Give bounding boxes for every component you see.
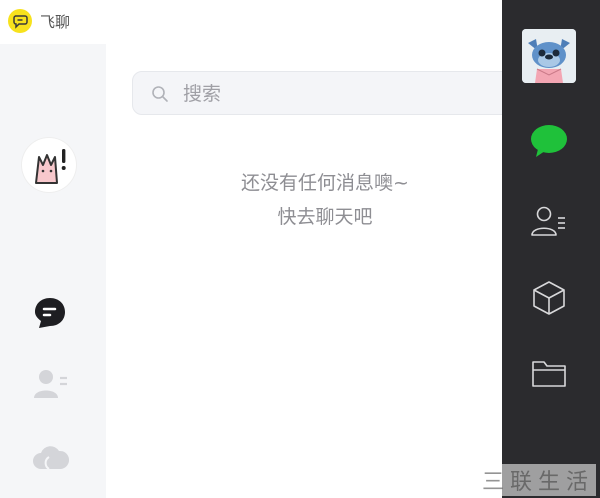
sidebar-item-cloud[interactable]	[30, 440, 70, 480]
sidebar-item-contacts[interactable]	[30, 366, 70, 406]
nav-item-apps[interactable]	[526, 277, 572, 323]
cube-icon	[529, 278, 569, 322]
empty-state-message: 还没有任何消息噢~ 快去聊天吧	[200, 166, 450, 234]
search-input[interactable]	[183, 80, 483, 108]
contacts-icon	[529, 203, 569, 243]
avatar[interactable]	[22, 138, 76, 192]
chat-bubble-logo-icon	[8, 9, 32, 33]
user-avatar[interactable]	[522, 29, 576, 83]
empty-state-line-2: 快去聊天吧	[277, 206, 373, 228]
empty-state-line-1: 还没有任何消息噢~	[241, 172, 409, 194]
search-icon	[151, 85, 169, 103]
chat-icon	[32, 295, 68, 335]
message-icon	[529, 123, 569, 163]
cloud-icon	[31, 441, 70, 479]
left-sidebar	[0, 0, 106, 498]
nav-item-contacts[interactable]	[526, 200, 572, 246]
nav-item-messages[interactable]	[526, 120, 572, 166]
folder-icon	[529, 356, 569, 394]
contacts-icon	[31, 366, 69, 406]
search-box[interactable]	[132, 71, 522, 115]
title-bar: 飞聊	[0, 0, 106, 44]
watermark: 三联生活	[479, 464, 596, 496]
sidebar-item-chat[interactable]	[30, 295, 70, 335]
nav-item-files[interactable]	[526, 352, 572, 398]
app-name: 飞聊	[40, 13, 71, 31]
